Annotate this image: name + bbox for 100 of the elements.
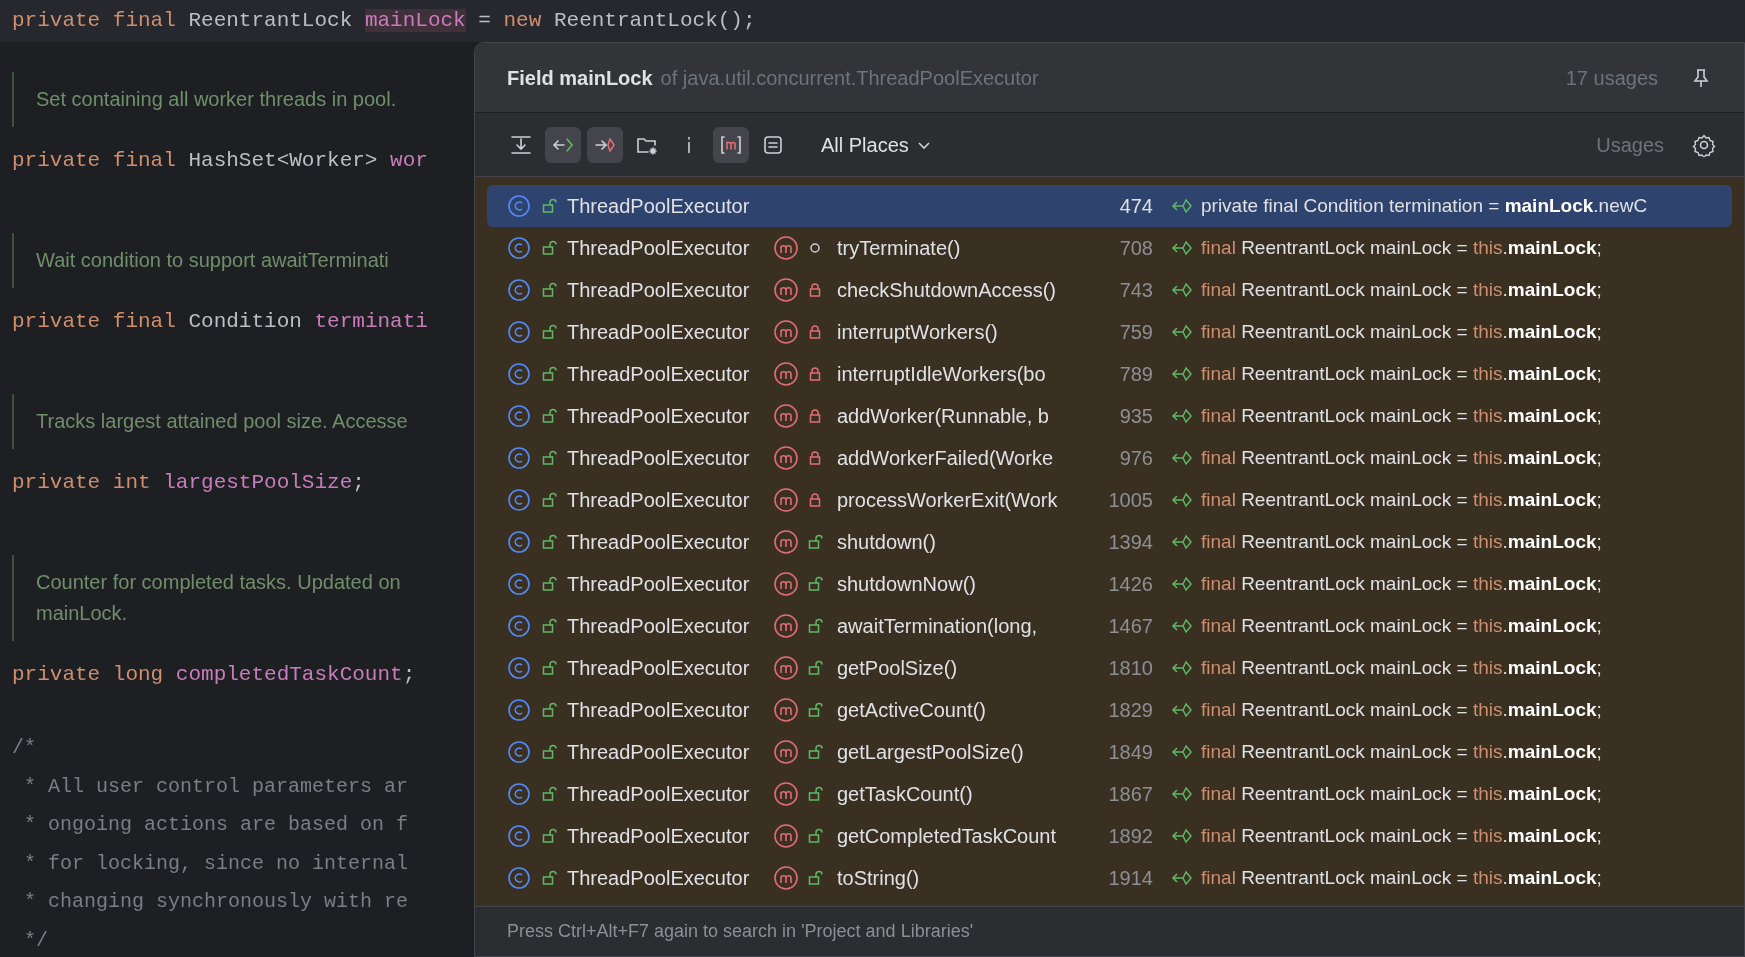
usage-row[interactable]: ThreadPoolExecutor addWorker(Runnable, b 935 final ReentrantLock mainLock = this.mainLock; (487, 395, 1732, 437)
open-lock-icon (807, 660, 823, 676)
class-icon (507, 278, 531, 302)
method-name: getActiveCount() (837, 698, 986, 723)
line-number: 1394 (1107, 530, 1153, 555)
usage-row[interactable]: ThreadPoolExecutor tryTerminate() 708 final ReentrantLock mainLock = this.mainLock; (487, 227, 1732, 269)
method-icon (773, 403, 799, 429)
usage-row[interactable]: ThreadPoolExecutor getActiveCount() 1829 final ReentrantLock mainLock = this.mainLock; (487, 689, 1732, 731)
method-icon (773, 865, 799, 891)
class-icon (507, 194, 531, 218)
line-number: 1914 (1107, 866, 1153, 891)
toolbar-toggle-button[interactable] (587, 126, 623, 163)
method-name: awaitTermination(long, (837, 614, 1038, 639)
arrow-left-icon (1171, 491, 1193, 509)
line-number: 1849 (1107, 740, 1153, 765)
usage-row[interactable]: ThreadPoolExecutor getPoolSize() 1810 final ReentrantLock mainLock = this.mainLock; (487, 647, 1732, 689)
open-lock-icon (541, 366, 557, 382)
open-lock-icon (541, 870, 557, 886)
arrow-left-icon (1171, 407, 1193, 425)
class-icon (507, 614, 531, 638)
open-lock-icon (541, 408, 557, 424)
settings-icon[interactable] (1692, 132, 1716, 157)
line-number: 474 (1118, 194, 1153, 219)
usage-code: final ReentrantLock mainLock = this.mainLock; (1201, 235, 1602, 260)
open-lock-icon (807, 702, 823, 718)
open-lock-icon (807, 744, 823, 760)
method-name: getCompletedTaskCount (837, 824, 1056, 849)
usage-code: final ReentrantLock mainLock = this.mainLock; (1201, 865, 1602, 890)
class-name: ThreadPoolExecutor (567, 698, 751, 723)
class-name: ThreadPoolExecutor (567, 656, 751, 681)
usage-row[interactable]: ThreadPoolExecutor getTaskCount() 1867 final ReentrantLock mainLock = this.mainLock; (487, 773, 1732, 815)
info-icon (687, 135, 691, 154)
usage-code: final ReentrantLock mainLock = this.mainLock; (1201, 319, 1602, 344)
arrow-left-icon (1171, 743, 1193, 761)
line-number: 1426 (1107, 572, 1153, 597)
class-icon (507, 740, 531, 764)
class-name: ThreadPoolExecutor (567, 740, 751, 765)
arrow-left-icon (1171, 239, 1193, 257)
class-icon (507, 824, 531, 848)
open-lock-icon (541, 282, 557, 298)
usage-row[interactable]: ThreadPoolExecutor getLargestPoolSize() 1849 final ReentrantLock mainLock = this.mainLock; (487, 731, 1732, 773)
scope-dropdown[interactable]: All Places (821, 129, 931, 160)
lock-icon (807, 324, 823, 340)
method-name: processWorkerExit(Work (837, 488, 1058, 513)
usage-row[interactable]: ThreadPoolExecutor checkShutdownAccess() 743 final ReentrantLock mainLock = this.mainLock; (487, 269, 1732, 311)
open-lock-icon (807, 828, 823, 844)
open-lock-icon (541, 786, 557, 802)
usage-row[interactable]: ThreadPoolExecutor shutdown() 1394 final ReentrantLock mainLock = this.mainLock; (487, 521, 1732, 563)
usage-code: final ReentrantLock mainLock = this.mainLock; (1201, 529, 1602, 554)
usage-code: final ReentrantLock mainLock = this.mainLock; (1201, 487, 1602, 512)
popup-subtitle: of java.util.concurrent.ThreadPoolExecutor (660, 65, 1039, 91)
open-lock-icon (807, 618, 823, 634)
open-lock-icon (541, 702, 557, 718)
usage-code: final ReentrantLock mainLock = this.mainLock; (1201, 277, 1602, 302)
usage-row[interactable]: ThreadPoolExecutor addWorkerFailed(Worke 976 final ReentrantLock mainLock = this.mainLock; (487, 437, 1732, 479)
arrow-left-icon (1171, 197, 1193, 215)
usage-row[interactable]: ThreadPoolExecutor shutdownNow() 1426 final ReentrantLock mainLock = this.mainLock; (487, 563, 1732, 605)
class-icon (507, 404, 531, 428)
class-icon (507, 782, 531, 806)
method-name: shutdown() (837, 530, 936, 555)
arrow-left-icon (1171, 365, 1193, 383)
usage-row[interactable]: ThreadPoolExecutor interruptIdleWorkers(bo 789 final ReentrantLock mainLock = this.mainLock; (487, 353, 1732, 395)
open-lock-icon (541, 744, 557, 760)
usage-row[interactable]: ThreadPoolExecutor getCompletedTaskCount 1892 final ReentrantLock mainLock = this.mainLock; (487, 815, 1732, 857)
class-name: ThreadPoolExecutor (567, 530, 751, 555)
line-number: 1829 (1107, 698, 1153, 723)
code-line: private int largestPoolSize; (12, 470, 366, 496)
line-number: 1005 (1107, 488, 1153, 513)
class-name: ThreadPoolExecutor (567, 488, 751, 513)
class-icon (507, 362, 531, 386)
arrow-left-icon (1171, 869, 1193, 887)
usage-row[interactable]: ThreadPoolExecutor processWorkerExit(Work 1005 final ReentrantLock mainLock = this.mainLock; (487, 479, 1732, 521)
usage-row[interactable]: ThreadPoolExecutor awaitTermination(long, 1467 final ReentrantLock mainLock = this.mainLock; (487, 605, 1732, 647)
popup-title: Field mainLock (507, 65, 653, 91)
open-lock-icon (541, 660, 557, 676)
toolbar-toggle-button[interactable] (713, 126, 749, 163)
arrow-left-icon (1171, 827, 1193, 845)
class-icon (507, 656, 531, 680)
method-icon (773, 529, 799, 555)
class-name: ThreadPoolExecutor (567, 446, 751, 471)
line-number: 1467 (1107, 614, 1153, 639)
usage-row[interactable]: ThreadPoolExecutor interruptWorkers() 759 final ReentrantLock mainLock = this.mainLock; (487, 311, 1732, 353)
method-icon (773, 487, 799, 513)
doc-comment: Set containing all worker threads in pool. (12, 72, 462, 127)
doc-comment: Counter for completed tasks. Updated on mainLock. (12, 555, 462, 641)
open-lock-icon (541, 492, 557, 508)
method-name: shutdownNow() (837, 572, 976, 597)
usage-code: final ReentrantLock mainLock = this.mainLock; (1201, 655, 1602, 680)
class-icon (507, 320, 531, 344)
method-name: interruptIdleWorkers(bo (837, 362, 1046, 387)
method-icon (773, 445, 799, 471)
usage-code: final ReentrantLock mainLock = this.mainLock; (1201, 445, 1602, 470)
class-icon (507, 530, 531, 554)
line-number: 1892 (1107, 824, 1153, 849)
usage-row[interactable]: ThreadPoolExecutor 474 private final Condition termination = mainLock.newC (487, 185, 1732, 227)
arrow-left-icon (1171, 575, 1193, 593)
open-lock-icon (541, 240, 557, 256)
toolbar-toggle-button[interactable] (545, 126, 581, 163)
usage-code: final ReentrantLock mainLock = this.mainLock; (1201, 571, 1602, 596)
usage-row[interactable]: ThreadPoolExecutor toString() 1914 final ReentrantLock mainLock = this.mainLock; (487, 857, 1732, 899)
